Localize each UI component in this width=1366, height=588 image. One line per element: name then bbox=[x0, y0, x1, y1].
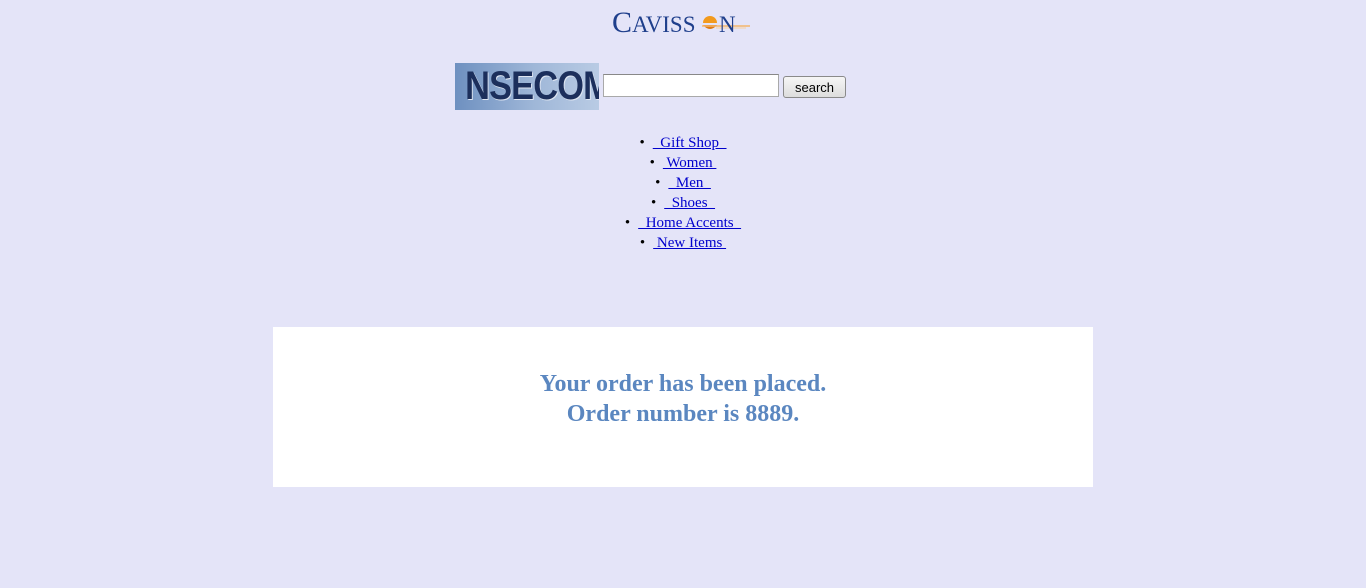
order-confirmation-panel: Your order has been placed. Order number… bbox=[273, 327, 1093, 487]
svg-text:AVISS: AVISS bbox=[632, 12, 696, 37]
nav-link-shoes[interactable]: Shoes bbox=[664, 195, 715, 211]
category-nav: • Gift Shop • Women • Men • Shoes • Home… bbox=[0, 133, 1366, 253]
nav-item-shoes: • Shoes bbox=[0, 193, 1366, 213]
bullet-icon: • bbox=[624, 215, 631, 231]
search-input[interactable] bbox=[603, 74, 779, 97]
nav-item-women: • Women bbox=[0, 153, 1366, 173]
nav-link-new-items[interactable]: New Items bbox=[653, 235, 726, 251]
bullet-icon: • bbox=[639, 135, 645, 151]
nav-link-men[interactable]: Men bbox=[668, 175, 711, 191]
order-placed-message: Your order has been placed. bbox=[539, 371, 827, 397]
nsecom-banner-text: NSECOM bbox=[465, 64, 599, 108]
bullet-icon: • bbox=[639, 235, 646, 251]
page: C AVISS N NSECOM search • Gift Shop • Wo… bbox=[0, 0, 1366, 588]
nav-item-men: • Men bbox=[0, 173, 1366, 193]
nav-link-home-accents[interactable]: Home Accents bbox=[638, 215, 741, 231]
bullet-icon: • bbox=[650, 195, 657, 211]
search-button[interactable]: search bbox=[783, 76, 846, 98]
nsecom-banner[interactable]: NSECOM bbox=[455, 63, 599, 110]
nav-item-home-accents: • Home Accents bbox=[0, 213, 1366, 233]
nav-item-new-items: • New Items bbox=[0, 233, 1366, 253]
cavisson-logo[interactable]: C AVISS N bbox=[612, 4, 752, 40]
order-number-message: Order number is 8889. bbox=[566, 401, 800, 427]
svg-text:N: N bbox=[719, 12, 736, 37]
cavisson-logo-graphic: C AVISS N bbox=[612, 6, 750, 39]
svg-text:C: C bbox=[612, 6, 632, 39]
bullet-icon: • bbox=[655, 175, 661, 191]
bullet-icon: • bbox=[649, 155, 655, 171]
nav-link-women[interactable]: Women bbox=[663, 155, 717, 171]
nav-link-gift-shop[interactable]: Gift Shop bbox=[653, 135, 727, 151]
nav-item-gift-shop: • Gift Shop bbox=[0, 133, 1366, 153]
